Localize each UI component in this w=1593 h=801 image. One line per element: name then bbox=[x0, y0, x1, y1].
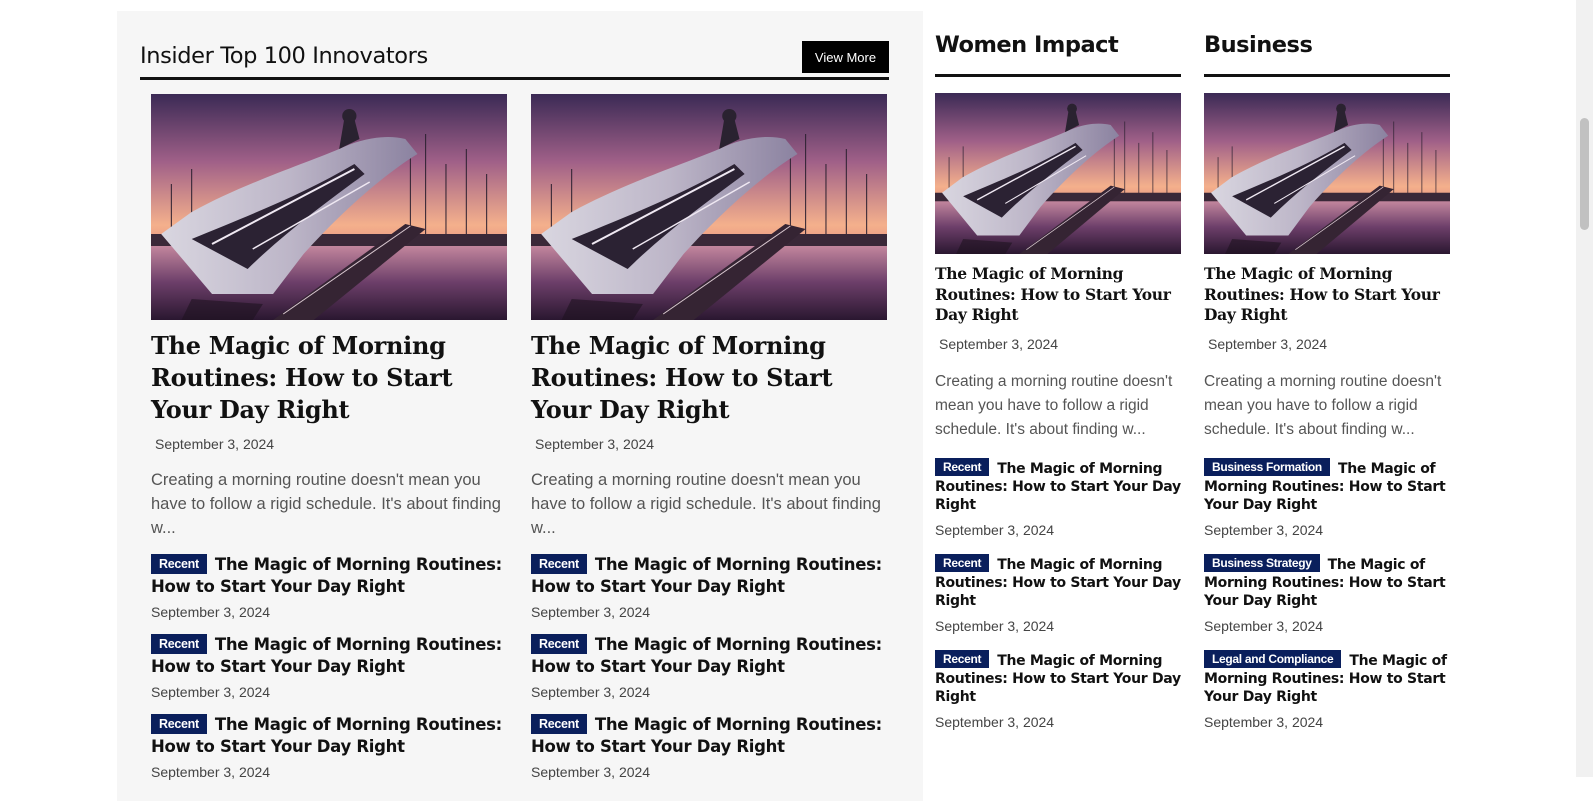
category-badge[interactable]: Recent bbox=[151, 634, 207, 654]
list-item: Recent The Magic of Morning Routines: How… bbox=[531, 714, 887, 780]
category-badge[interactable]: Recent bbox=[935, 457, 990, 476]
list-item-date: September 3, 2024 bbox=[531, 764, 651, 780]
list-item-date: September 3, 2024 bbox=[1204, 521, 1324, 538]
category-badge[interactable]: Recent bbox=[935, 649, 990, 668]
list-item: Recent The Magic of Morning Routines: How… bbox=[151, 634, 507, 700]
featured-article-excerpt: Creating a morning routine doesn't mean … bbox=[935, 372, 1173, 438]
section-header: Insider Top 100 Innovators View More bbox=[140, 25, 889, 80]
list-item-date: September 3, 2024 bbox=[1204, 713, 1324, 730]
list-item-title[interactable]: Recent The Magic of Morning Routines: How… bbox=[935, 457, 1181, 514]
list-item-title[interactable]: Recent The Magic of Morning Routines: How… bbox=[935, 649, 1181, 706]
section-title: Insider Top 100 Innovators bbox=[140, 43, 428, 69]
category-badge[interactable]: Recent bbox=[935, 553, 990, 572]
view-more-button[interactable]: View More bbox=[802, 41, 889, 73]
list-item-title[interactable]: Legal and Compliance The Magic of Morning… bbox=[1204, 649, 1450, 706]
list-item-date: September 3, 2024 bbox=[935, 521, 1055, 538]
list-item-title[interactable]: Business Formation The Magic of Morning R… bbox=[1204, 457, 1450, 514]
featured-article-date: September 3, 2024 bbox=[1208, 335, 1328, 352]
featured-article-image[interactable] bbox=[531, 94, 887, 320]
featured-article-date: September 3, 2024 bbox=[535, 436, 655, 452]
featured-article-date: September 3, 2024 bbox=[939, 335, 1059, 352]
category-badge[interactable]: Business Formation bbox=[1204, 457, 1330, 476]
category-badge[interactable]: Recent bbox=[531, 714, 587, 734]
list-item-date: September 3, 2024 bbox=[151, 604, 271, 620]
list-item: Recent The Magic of Morning Routines: How… bbox=[151, 554, 507, 620]
yacht-image bbox=[935, 93, 1181, 254]
insider-top-100-section: Insider Top 100 Innovators View More The… bbox=[117, 11, 923, 801]
featured-article-title[interactable]: The Magic of Morning Routines: How to St… bbox=[935, 264, 1181, 326]
yacht-image bbox=[531, 94, 887, 320]
list-item: Recent The Magic of Morning Routines: How… bbox=[531, 634, 887, 700]
list-item-date: September 3, 2024 bbox=[151, 764, 271, 780]
list-item-date: September 3, 2024 bbox=[531, 604, 651, 620]
featured-article-image[interactable] bbox=[935, 93, 1181, 254]
business-section: Business The Magic of Morning Routines: … bbox=[1204, 18, 1450, 730]
featured-article-title[interactable]: The Magic of Morning Routines: How to St… bbox=[151, 330, 507, 426]
section-title[interactable]: Women Impact bbox=[935, 18, 1181, 77]
list-item: Legal and Compliance The Magic of Morning… bbox=[1204, 649, 1450, 730]
featured-article-image[interactable] bbox=[151, 94, 507, 320]
yacht-image bbox=[1204, 93, 1450, 254]
list-item: Recent The Magic of Morning Routines: How… bbox=[151, 714, 507, 780]
list-item-title[interactable]: Business Strategy The Magic of Morning Ro… bbox=[1204, 553, 1450, 610]
list-item-title[interactable]: Recent The Magic of Morning Routines: How… bbox=[151, 554, 507, 598]
category-badge[interactable]: Legal and Compliance bbox=[1204, 649, 1342, 668]
list-item-title[interactable]: Recent The Magic of Morning Routines: How… bbox=[935, 553, 1181, 610]
list-item: Business Formation The Magic of Morning R… bbox=[1204, 457, 1450, 538]
list-item-title[interactable]: Recent The Magic of Morning Routines: How… bbox=[151, 634, 507, 678]
list-item-date: September 3, 2024 bbox=[935, 713, 1055, 730]
category-badge[interactable]: Recent bbox=[531, 554, 587, 574]
list-item-title[interactable]: Recent The Magic of Morning Routines: How… bbox=[531, 554, 887, 598]
featured-article-image[interactable] bbox=[1204, 93, 1450, 254]
category-badge[interactable]: Business Strategy bbox=[1204, 553, 1320, 572]
list-item-date: September 3, 2024 bbox=[531, 684, 651, 700]
list-item: Business Strategy The Magic of Morning Ro… bbox=[1204, 553, 1450, 634]
category-badge[interactable]: Recent bbox=[151, 554, 207, 574]
women-impact-section: Women Impact The Magic of Morning Routin… bbox=[935, 18, 1181, 730]
article-column: The Magic of Morning Routines: How to St… bbox=[151, 94, 507, 780]
featured-article-excerpt: Creating a morning routine doesn't mean … bbox=[1204, 372, 1442, 438]
section-title[interactable]: Business bbox=[1204, 18, 1450, 77]
yacht-image bbox=[151, 94, 507, 320]
list-item: Recent The Magic of Morning Routines: How… bbox=[935, 649, 1181, 730]
list-item-date: September 3, 2024 bbox=[1204, 617, 1324, 634]
category-badge[interactable]: Recent bbox=[151, 714, 207, 734]
featured-article-title[interactable]: The Magic of Morning Routines: How to St… bbox=[1204, 264, 1450, 326]
list-item: Recent The Magic of Morning Routines: How… bbox=[531, 554, 887, 620]
category-badge[interactable]: Recent bbox=[531, 634, 587, 654]
article-column: The Magic of Morning Routines: How to St… bbox=[531, 94, 887, 780]
list-item-title[interactable]: Recent The Magic of Morning Routines: How… bbox=[151, 714, 507, 758]
featured-article-excerpt: Creating a morning routine doesn't mean … bbox=[531, 471, 881, 537]
scrollbar-thumb[interactable] bbox=[1580, 118, 1589, 230]
list-item-date: September 3, 2024 bbox=[151, 684, 271, 700]
list-item-date: September 3, 2024 bbox=[935, 617, 1055, 634]
page-scrollbar[interactable] bbox=[1576, 0, 1593, 777]
list-item-title[interactable]: Recent The Magic of Morning Routines: How… bbox=[531, 634, 887, 678]
list-item: Recent The Magic of Morning Routines: How… bbox=[935, 457, 1181, 538]
featured-article-title[interactable]: The Magic of Morning Routines: How to St… bbox=[531, 330, 887, 426]
list-item-title[interactable]: Recent The Magic of Morning Routines: How… bbox=[531, 714, 887, 758]
featured-article-excerpt: Creating a morning routine doesn't mean … bbox=[151, 471, 501, 537]
list-item: Recent The Magic of Morning Routines: How… bbox=[935, 553, 1181, 634]
featured-article-date: September 3, 2024 bbox=[155, 436, 275, 452]
